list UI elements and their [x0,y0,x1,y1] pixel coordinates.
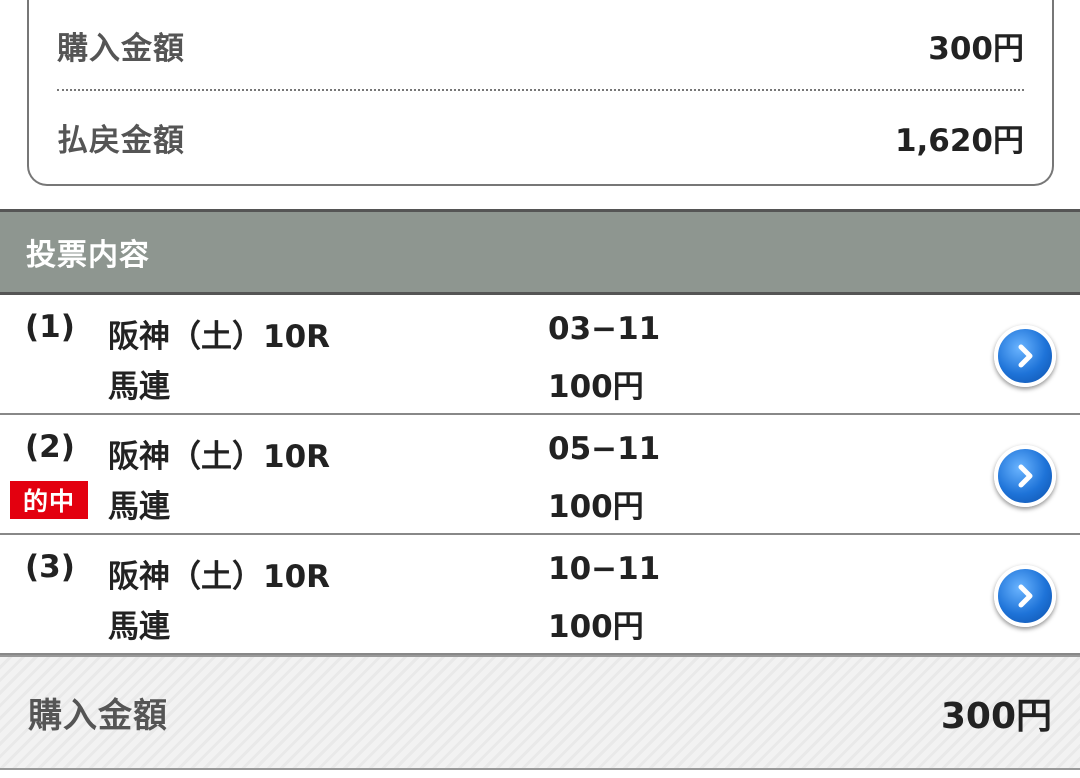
footer-purchase-value: 300円 [940,695,1052,737]
bet-row[interactable]: (2) 的中 阪神（土）10R 馬連 05−11 100円 [0,415,1080,535]
purchase-amount-value: 300円 [928,30,1024,67]
purchase-amount-label: 購入金額 [57,30,185,67]
bet-race: 阪神（土）10R [108,439,331,475]
divider [57,89,1024,91]
bet-type: 馬連 [108,369,170,405]
bet-combination: 05−11 [548,431,661,467]
bet-type: 馬連 [108,609,170,645]
bet-combination: 03−11 [548,311,661,347]
bet-amount: 100円 [548,609,644,645]
bet-row[interactable]: (1) 阪神（土）10R 馬連 03−11 100円 [0,295,1080,415]
bet-amount: 100円 [548,369,644,405]
bet-race: 阪神（土）10R [108,319,331,355]
payout-amount-value: 1,620円 [894,122,1024,159]
bet-number: (3) [25,549,75,585]
chevron-right-circle-icon[interactable] [994,325,1056,387]
payout-amount-label: 払戻金額 [57,122,185,159]
section-header: 投票内容 [0,209,1080,295]
payout-amount-row: 払戻金額 1,620円 [57,92,1024,182]
chevron-right-circle-icon[interactable] [994,565,1056,627]
chevron-right-circle-icon[interactable] [994,445,1056,507]
bet-row[interactable]: (3) 阪神（土）10R 馬連 10−11 100円 [0,535,1080,655]
bet-number: (1) [25,309,75,345]
bet-amount: 100円 [548,489,644,525]
footer-purchase-label: 購入金額 [28,696,168,736]
summary-card: 購入金額 300円 払戻金額 1,620円 [27,0,1054,186]
section-title: 投票内容 [26,238,150,273]
bet-number: (2) [25,429,75,465]
bet-type: 馬連 [108,489,170,525]
footer-total: 購入金額 300円 [0,655,1080,770]
hit-badge: 的中 [10,481,88,519]
bet-combination: 10−11 [548,551,661,587]
purchase-amount-row: 購入金額 300円 [57,0,1024,90]
bet-race: 阪神（土）10R [108,559,331,595]
